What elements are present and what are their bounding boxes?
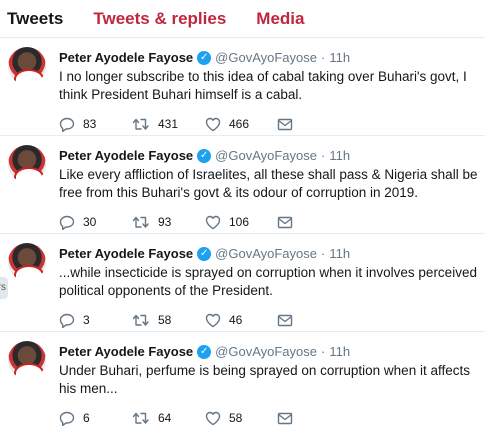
tweet-text: Like every affliction of Israelites, all… — [59, 167, 478, 200]
reply-count: 3 — [83, 313, 90, 327]
author-name[interactable]: Peter Ayodele Fayose — [59, 344, 193, 359]
tweet-feed: Peter Ayodele Fayose ✓ @GovAyoFayose · 1… — [0, 38, 485, 429]
tweet-header: Peter Ayodele Fayose ✓ @GovAyoFayose · 1… — [59, 344, 350, 359]
tweet-header: Peter Ayodele Fayose ✓ @GovAyoFayose · 1… — [59, 148, 350, 163]
author-handle[interactable]: @GovAyoFayose — [215, 344, 317, 359]
tweet-actions: 83 431 466 — [59, 116, 293, 132]
tweet[interactable]: Peter Ayodele Fayose ✓ @GovAyoFayose · 1… — [0, 332, 485, 429]
retweet-button[interactable]: 64 — [132, 411, 205, 425]
reply-button[interactable]: 83 — [59, 117, 132, 132]
avatar[interactable] — [8, 243, 46, 281]
author-name[interactable]: Peter Ayodele Fayose — [59, 50, 193, 65]
avatar[interactable] — [8, 47, 46, 85]
verified-badge-icon: ✓ — [197, 148, 212, 163]
envelope-icon — [277, 216, 293, 228]
timestamp[interactable]: 11h — [329, 148, 350, 163]
author-name[interactable]: Peter Ayodele Fayose — [59, 148, 193, 163]
like-button[interactable]: 466 — [205, 117, 277, 132]
retweet-button[interactable]: 431 — [132, 117, 205, 131]
tweet-text: ...while insecticide is sprayed on corru… — [59, 265, 477, 298]
tab-media[interactable]: Media — [256, 9, 304, 29]
tweet-actions: 3 58 46 — [59, 312, 293, 328]
heart-icon — [205, 117, 221, 131]
tweet[interactable]: Peter Ayodele Fayose ✓ @GovAyoFayose · 1… — [0, 38, 485, 136]
envelope-icon — [277, 412, 293, 424]
retweet-icon — [132, 412, 149, 424]
timestamp[interactable]: 11h — [329, 50, 350, 65]
tab-tweets-and-replies[interactable]: Tweets & replies — [93, 9, 226, 29]
separator: · — [321, 50, 326, 65]
retweet-count: 58 — [158, 313, 172, 327]
author-handle[interactable]: @GovAyoFayose — [215, 148, 317, 163]
timestamp[interactable]: 11h — [329, 344, 350, 359]
separator: · — [321, 344, 326, 359]
direct-message-button[interactable] — [277, 118, 293, 131]
like-button[interactable]: 58 — [205, 411, 277, 426]
avatar[interactable] — [8, 145, 46, 183]
reply-icon — [59, 411, 75, 426]
like-count: 106 — [229, 215, 250, 229]
envelope-icon — [277, 314, 293, 326]
direct-message-button[interactable] — [277, 216, 293, 229]
tweet-text: I no longer subscribe to this idea of ca… — [59, 69, 467, 102]
reply-icon — [59, 313, 75, 328]
heart-icon — [205, 313, 221, 327]
like-count: 58 — [229, 411, 243, 425]
tweet-header: Peter Ayodele Fayose ✓ @GovAyoFayose · 1… — [59, 246, 350, 261]
tweet-text: Under Buhari, perfume is being sprayed o… — [59, 363, 470, 396]
author-name[interactable]: Peter Ayodele Fayose — [59, 246, 193, 261]
like-count: 46 — [229, 313, 243, 327]
retweet-button[interactable]: 58 — [132, 313, 205, 327]
retweet-count: 64 — [158, 411, 172, 425]
retweet-icon — [132, 314, 149, 326]
reply-count: 30 — [83, 215, 97, 229]
like-button[interactable]: 106 — [205, 215, 277, 230]
like-button[interactable]: 46 — [205, 313, 277, 328]
tweet-header: Peter Ayodele Fayose ✓ @GovAyoFayose · 1… — [59, 50, 350, 65]
tweet-actions: 6 64 58 — [59, 410, 293, 426]
reply-button[interactable]: 30 — [59, 215, 132, 230]
retweet-count: 93 — [158, 215, 172, 229]
retweet-count: 431 — [158, 117, 179, 131]
tweet[interactable]: Peter Ayodele Fayose ✓ @GovAyoFayose · 1… — [0, 234, 485, 332]
like-count: 466 — [229, 117, 250, 131]
verified-badge-icon: ✓ — [197, 246, 212, 261]
reply-button[interactable]: 6 — [59, 411, 132, 426]
timestamp[interactable]: 11h — [329, 246, 350, 261]
direct-message-button[interactable] — [277, 412, 293, 425]
tweet[interactable]: Peter Ayodele Fayose ✓ @GovAyoFayose · 1… — [0, 136, 485, 234]
tab-tweets[interactable]: Tweets — [7, 9, 63, 29]
author-handle[interactable]: @GovAyoFayose — [215, 50, 317, 65]
separator: · — [321, 246, 326, 261]
profile-tabs: Tweets Tweets & replies Media — [0, 0, 485, 38]
retweet-button[interactable]: 93 — [132, 215, 205, 229]
heart-icon — [205, 411, 221, 425]
direct-message-button[interactable] — [277, 314, 293, 327]
reply-icon — [59, 117, 75, 132]
retweet-icon — [132, 118, 149, 130]
envelope-icon — [277, 118, 293, 130]
reply-button[interactable]: 3 — [59, 313, 132, 328]
retweet-icon — [132, 216, 149, 228]
verified-badge-icon: ✓ — [197, 50, 212, 65]
tweet-actions: 30 93 106 — [59, 214, 293, 230]
avatar[interactable] — [8, 341, 46, 379]
verified-badge-icon: ✓ — [197, 344, 212, 359]
author-handle[interactable]: @GovAyoFayose — [215, 246, 317, 261]
separator: · — [321, 148, 326, 163]
reply-icon — [59, 215, 75, 230]
reply-count: 83 — [83, 117, 97, 131]
heart-icon — [205, 215, 221, 229]
reply-count: 6 — [83, 411, 90, 425]
